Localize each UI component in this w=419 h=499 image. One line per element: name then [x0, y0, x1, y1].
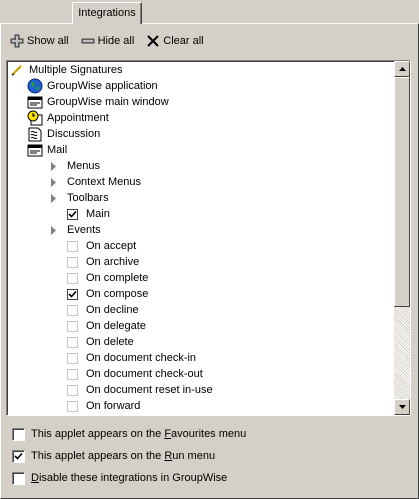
event-item[interactable]: On accept — [67, 238, 136, 254]
tree-item-toolbars[interactable]: Toolbars — [51, 190, 109, 206]
toolbar: Show all Hide all Clear all — [10, 32, 216, 50]
event-label: On document check-in — [86, 352, 197, 364]
tree-item-groupwise-main-window[interactable]: GroupWise main window — [27, 94, 169, 110]
scroll-thumb[interactable] — [394, 77, 410, 307]
event-label: On archive — [86, 256, 140, 268]
event-item[interactable]: On delete — [67, 334, 134, 350]
event-label: On accept — [86, 240, 137, 252]
event-item[interactable]: On document check-in — [67, 350, 196, 366]
favourites-menu-option[interactable]: This applet appears on the Favourites me… — [12, 426, 246, 442]
x-icon — [147, 35, 159, 47]
event-label: On decline — [86, 304, 139, 316]
disable-label: Disable these integrations in GroupWise — [31, 472, 228, 484]
expand-arrow-icon[interactable] — [51, 174, 61, 190]
event-item[interactable]: On delegate — [67, 318, 146, 334]
expand-arrow-icon[interactable] — [51, 158, 61, 174]
tree-scrollbar[interactable] — [394, 61, 410, 415]
tab-integrations[interactable]: Integrations — [72, 2, 142, 24]
event-checkbox[interactable] — [67, 368, 78, 380]
mail-icon — [27, 142, 43, 158]
tree-item-main[interactable]: Main — [67, 206, 110, 222]
event-checkbox[interactable] — [67, 288, 78, 300]
main-checkbox[interactable] — [67, 208, 78, 220]
globe-icon — [27, 78, 43, 94]
tree-item-discussion[interactable]: Discussion — [27, 126, 100, 142]
tree-item-appointment[interactable]: Appointment — [27, 110, 109, 126]
event-item[interactable]: On document reset in-use — [67, 382, 213, 398]
run-checkbox[interactable] — [12, 449, 25, 463]
event-item[interactable]: On archive — [67, 254, 139, 270]
disable-integrations-option[interactable]: Disable these integrations in GroupWise — [12, 470, 227, 486]
event-checkbox[interactable] — [67, 336, 78, 348]
event-label: On delete — [86, 336, 134, 348]
pencil-icon — [11, 62, 23, 78]
event-checkbox[interactable] — [67, 352, 78, 364]
tree-item-context-menus[interactable]: Context Menus — [51, 174, 141, 190]
clear-all-button[interactable]: Clear all — [146, 34, 204, 48]
appointment-icon — [27, 110, 43, 126]
event-checkbox[interactable] — [67, 256, 78, 268]
event-label: On document reset in-use — [86, 384, 213, 396]
favourites-checkbox[interactable] — [12, 427, 25, 441]
disable-checkbox[interactable] — [12, 471, 25, 485]
event-checkbox[interactable] — [67, 320, 78, 332]
window-icon — [27, 94, 43, 110]
discussion-icon — [27, 126, 43, 142]
tab-strip: Integrations — [0, 0, 419, 24]
event-checkbox[interactable] — [67, 400, 78, 412]
tree-item-events[interactable]: Events — [51, 222, 101, 238]
arrow-down-icon — [398, 405, 406, 409]
event-label: On complete — [86, 272, 149, 284]
event-checkbox[interactable] — [67, 272, 78, 284]
event-checkbox[interactable] — [67, 304, 78, 316]
expand-arrow-icon[interactable] — [51, 190, 61, 206]
scroll-up-button[interactable] — [394, 61, 410, 77]
tree-item-multiple-signatures[interactable]: Multiple Signatures — [11, 62, 123, 78]
event-checkbox[interactable] — [67, 240, 78, 252]
event-label: On document check-out — [86, 368, 203, 380]
event-item[interactable]: On forward — [67, 398, 140, 414]
expand-arrow-icon[interactable] — [51, 222, 61, 238]
event-item[interactable]: On decline — [67, 302, 139, 318]
tree-item-groupwise-application[interactable]: GroupWise application — [27, 78, 158, 94]
show-all-label: Show all — [27, 35, 69, 47]
event-item[interactable]: On complete — [67, 270, 148, 286]
tree-item-mail[interactable]: Mail — [27, 142, 67, 158]
event-item[interactable]: On document check-out — [67, 366, 203, 382]
event-checkbox[interactable] — [67, 384, 78, 396]
event-item[interactable]: On compose — [67, 286, 148, 302]
hide-all-button[interactable]: Hide all — [81, 34, 135, 48]
event-label: On delegate — [86, 320, 146, 332]
hide-all-label: Hide all — [97, 35, 135, 47]
run-label: This applet appears on the Run menu — [31, 450, 216, 462]
plus-icon — [10, 34, 24, 48]
integrations-tree[interactable]: Multiple Signatures GroupWise applicatio… — [6, 60, 411, 416]
clear-all-label: Clear all — [163, 35, 204, 47]
arrow-up-icon — [398, 67, 406, 71]
event-label: On compose — [86, 288, 149, 300]
show-all-button[interactable]: Show all — [10, 34, 69, 48]
event-label: On forward — [86, 400, 141, 412]
favourites-label: This applet appears on the Favourites me… — [31, 428, 247, 440]
run-menu-option[interactable]: This applet appears on the Run menu — [12, 448, 215, 464]
minus-icon — [81, 38, 95, 44]
scroll-down-button[interactable] — [394, 399, 410, 415]
tree-item-menus[interactable]: Menus — [51, 158, 100, 174]
